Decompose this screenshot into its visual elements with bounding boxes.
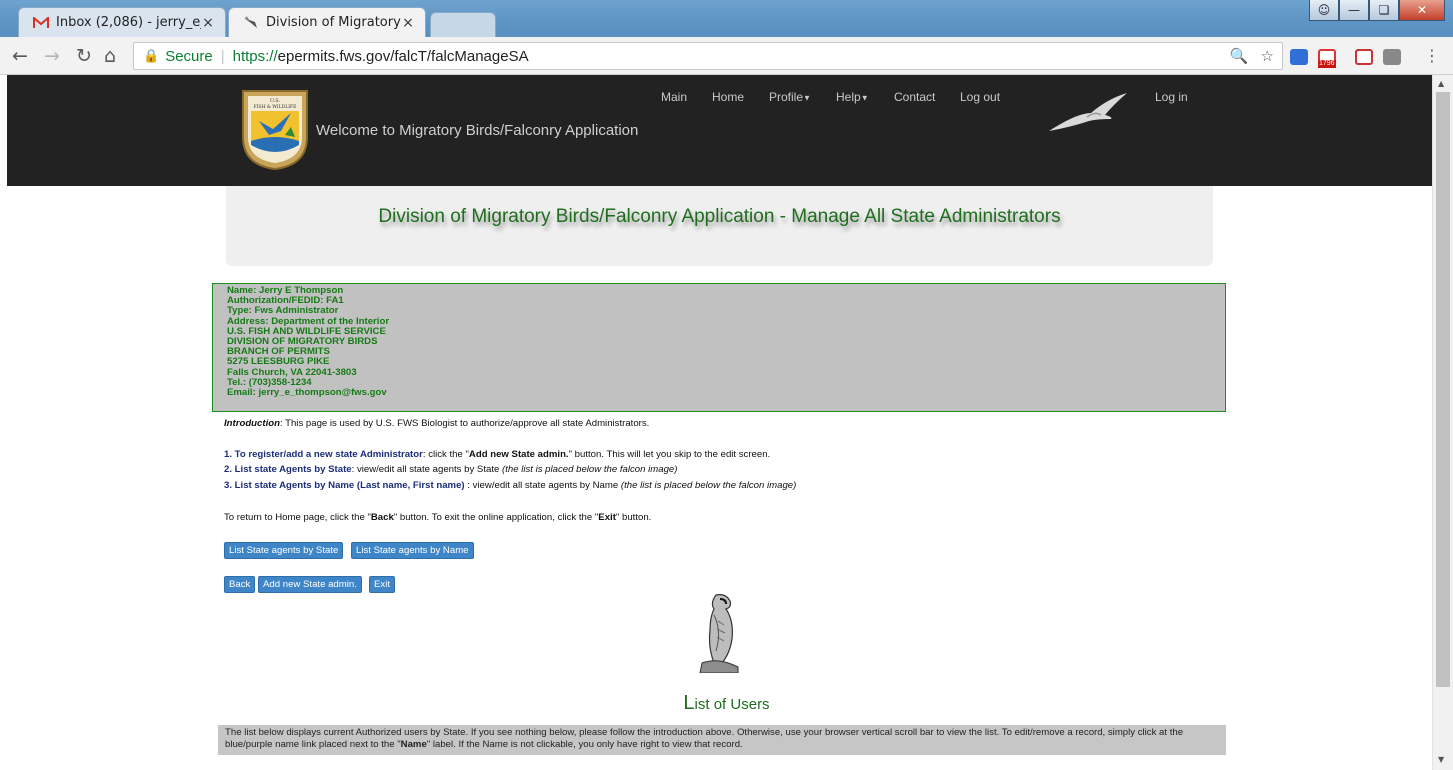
user-fedid: Authorization/FEDID: FA1 <box>227 295 344 307</box>
list-notice: The list below displays current Authoriz… <box>218 725 1226 755</box>
nav-profile[interactable]: Profile▼ <box>769 90 811 104</box>
omnibox-divider: | <box>220 47 225 65</box>
list-by-name-button[interactable]: List State agents by Name <box>351 542 474 559</box>
menu-kebab-icon[interactable]: ⋮ <box>1424 45 1440 67</box>
nav-main[interactable]: Main <box>661 90 687 104</box>
falcon-favicon-icon <box>243 15 259 31</box>
tab-close-icon[interactable]: × <box>401 15 415 31</box>
secure-label: Secure <box>165 47 213 65</box>
minimize-button[interactable]: — <box>1339 0 1369 21</box>
gmail-icon <box>33 15 49 31</box>
return-instructions: To return to Home page, click the "Back"… <box>224 512 652 523</box>
address-line: Falls Church, VA 22041-3803 <box>227 366 357 378</box>
add-admin-button[interactable]: Add new State admin. <box>258 576 362 593</box>
extension-icon[interactable] <box>1383 49 1401 65</box>
caret-down-icon: ▼ <box>860 93 869 103</box>
window-controls: ☺ — ❏ ✕ <box>1309 0 1445 21</box>
scroll-down-icon[interactable]: ▼ <box>1438 755 1444 764</box>
flying-hawk-icon <box>1049 93 1127 131</box>
user-info-box: Name: Jerry E Thompson Authorization/FED… <box>212 283 1226 412</box>
list-of-users-heading: List of Users <box>683 692 770 714</box>
back-button[interactable]: Back <box>224 576 256 593</box>
instruction-step-1: 1. To register/add a new state Administr… <box>224 449 771 460</box>
svg-text:FISH & WILDLIFE: FISH & WILDLIFE <box>254 104 297 110</box>
tab-title: Inbox (2,086) - jerry_e_th <box>56 15 201 30</box>
tab-gmail-inbox[interactable]: Inbox (2,086) - jerry_e_th × <box>18 7 226 37</box>
site-header: U.S. FISH & WILDLIFE Welcome to Migrator… <box>7 75 1432 186</box>
browser-toolbar: ← → ↻ ⌂ 🔒 Secure | https://epermits.fws.… <box>0 37 1453 75</box>
fws-logo: U.S. FISH & WILDLIFE <box>239 87 311 171</box>
back-arrow-icon[interactable]: ← <box>12 45 28 67</box>
url-text: https://epermits.fws.gov/falcT/falcManag… <box>232 47 529 65</box>
address-bar[interactable]: 🔒 Secure | https://epermits.fws.gov/falc… <box>133 42 1283 70</box>
restore-button[interactable]: ❏ <box>1369 0 1399 21</box>
list-by-state-button[interactable]: List State agents by State <box>224 542 344 559</box>
page-title: Division of Migratory Birds/Falconry App… <box>378 206 1061 227</box>
vertical-scrollbar[interactable]: ▲ ▼ <box>1432 75 1453 770</box>
instruction-step-2: 2. List state Agents by State: view/edit… <box>224 464 678 475</box>
new-tab-button[interactable] <box>430 12 496 37</box>
nav-help[interactable]: Help▼ <box>836 90 869 104</box>
bookmark-star-icon[interactable]: ☆ <box>1261 47 1274 65</box>
tab-title: Division of Migratory Bird <box>266 15 401 30</box>
gmail-extension-icon[interactable] <box>1355 49 1373 65</box>
home-icon[interactable]: ⌂ <box>104 45 116 67</box>
svg-text:U.S.: U.S. <box>270 98 281 104</box>
intro-text: Introduction: This page is used by U.S. … <box>224 418 650 429</box>
tab-close-icon[interactable]: × <box>201 15 215 31</box>
user-email: Email: jerry_e_thompson@fws.gov <box>227 387 387 399</box>
nav-home[interactable]: Home <box>712 90 744 104</box>
address-line: DIVISION OF MIGRATORY BIRDS <box>227 336 378 348</box>
forward-arrow-icon[interactable]: → <box>44 45 60 67</box>
nav-login[interactable]: Log in <box>1155 90 1188 104</box>
zoom-icon[interactable]: 🔍 <box>1230 47 1249 65</box>
user-profile-icon[interactable]: ☺ <box>1309 0 1339 21</box>
falcon-image <box>699 594 739 673</box>
extension-icon[interactable] <box>1290 49 1308 65</box>
page-banner: Division of Migratory Birds/Falconry App… <box>226 186 1213 266</box>
nav-contact[interactable]: Contact <box>894 90 935 104</box>
extension-badge: 1796 <box>1318 60 1336 68</box>
scrollbar-thumb[interactable] <box>1436 92 1450 687</box>
close-window-button[interactable]: ✕ <box>1399 0 1445 21</box>
scroll-up-icon[interactable]: ▲ <box>1438 79 1444 88</box>
reload-icon[interactable]: ↻ <box>76 45 92 67</box>
user-name: Name: Jerry E Thompson <box>227 285 344 296</box>
site-title: Welcome to Migratory Birds/Falconry Appl… <box>316 122 639 139</box>
address-line: 5275 LEESBURG PIKE <box>227 356 330 368</box>
tab-falconry[interactable]: Division of Migratory Bird × <box>228 7 426 37</box>
lock-icon: 🔒 <box>143 48 160 63</box>
nav-logout[interactable]: Log out <box>960 90 1000 104</box>
gmail-checker-icon[interactable]: 1796 <box>1318 49 1336 68</box>
exit-button[interactable]: Exit <box>369 576 395 593</box>
caret-down-icon: ▼ <box>803 93 811 103</box>
instruction-step-3: 3. List state Agents by Name (Last name,… <box>224 480 797 491</box>
window-titlebar: Inbox (2,086) - jerry_e_th × Division of… <box>0 0 1453 37</box>
address-line: BRANCH OF PERMITS <box>227 346 330 358</box>
